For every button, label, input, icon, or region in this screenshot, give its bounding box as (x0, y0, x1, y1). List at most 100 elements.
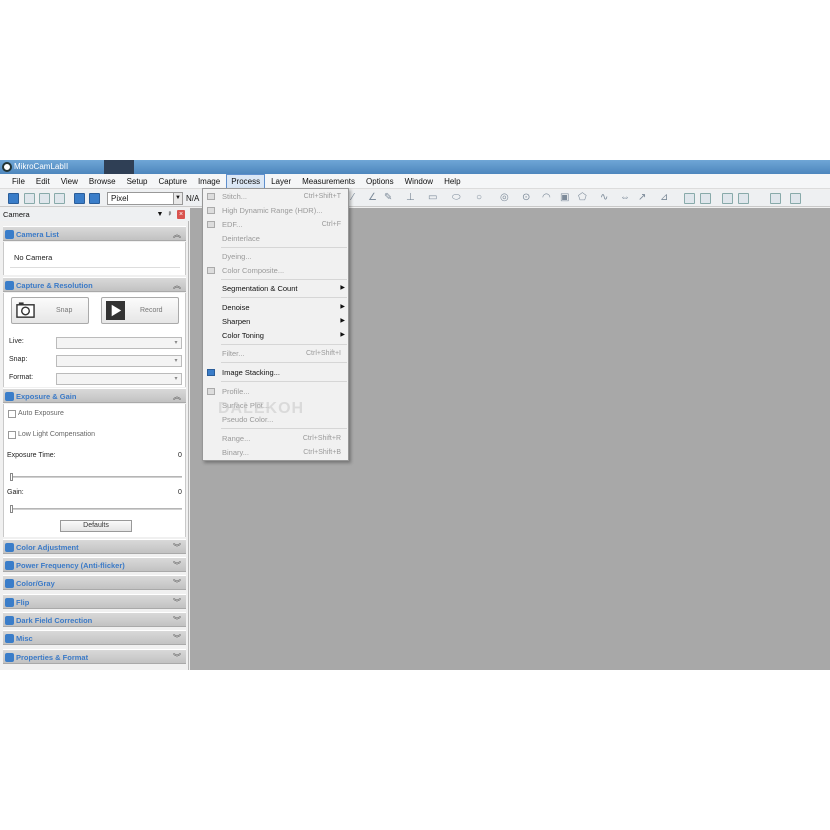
snap-button[interactable]: Snap (11, 297, 89, 324)
collapse-icon[interactable]: ︽ (173, 389, 181, 404)
collapse-icon[interactable]: ︽ (173, 227, 181, 242)
menu-edit[interactable]: Edit (31, 174, 55, 189)
menu-item-color-composite[interactable]: Color Composite... (203, 264, 348, 277)
expand-icon[interactable]: ︾ (173, 613, 181, 628)
menu-options[interactable]: Options (361, 174, 399, 189)
save-as-icon[interactable] (39, 193, 50, 204)
menu-help[interactable]: Help (439, 174, 465, 189)
section-capture-resolution[interactable]: Capture & Resolution ︽ (3, 277, 186, 292)
print-icon[interactable] (54, 193, 65, 204)
composite-icon (207, 267, 215, 274)
menu-item-segmentation-count[interactable]: Segmentation & Count ▶ (203, 282, 348, 295)
menu-item-hdr[interactable]: High Dynamic Range (HDR)... (203, 204, 348, 217)
format-select[interactable]: ▾ (56, 373, 182, 385)
menu-item-binary[interactable]: Binary... Ctrl+Shift+B (203, 446, 348, 459)
layer-icon[interactable] (684, 193, 695, 204)
chevron-down-icon[interactable]: ▼ (173, 193, 182, 204)
camera-list-item[interactable]: No Camera (14, 253, 52, 262)
section-camera-list[interactable]: Camera List ︽ (3, 226, 186, 241)
close-icon[interactable]: × (177, 210, 185, 219)
section-dark-field-correction[interactable]: Dark Field Correction ︾ (3, 612, 186, 627)
text-tool-icon[interactable]: ▣ (560, 192, 569, 204)
panel-menu-icon[interactable]: ▼ (156, 210, 164, 219)
perpendicular-tool-icon[interactable]: ⊥ (406, 192, 415, 204)
section-exposure-gain[interactable]: Exposure & Gain ︽ (3, 388, 186, 403)
menu-item-sharpen[interactable]: Sharpen ▶ (203, 315, 348, 328)
auto-exposure-checkbox[interactable] (8, 410, 16, 418)
collapse-icon[interactable]: ︽ (173, 278, 181, 293)
expand-icon[interactable]: ︾ (173, 576, 181, 591)
shortcut-label: Ctrl+Shift+R (302, 435, 341, 442)
grid-icon[interactable] (89, 193, 100, 204)
expand-icon[interactable]: ︾ (173, 558, 181, 573)
section-color-gray[interactable]: Color/Gray ︾ (3, 575, 186, 590)
pin-icon[interactable]: ᵖ (166, 210, 174, 219)
section-power-frequency[interactable]: Power Frequency (Anti-flicker) ︾ (3, 557, 186, 572)
expand-icon[interactable]: ︾ (173, 595, 181, 610)
menu-layer[interactable]: Layer (266, 174, 296, 189)
section-misc[interactable]: Misc ︾ (3, 630, 186, 645)
auto-exposure-label: Auto Exposure (18, 410, 64, 417)
table-icon[interactable] (722, 193, 733, 204)
arrow-tool-icon[interactable]: ↗ (638, 192, 646, 204)
menu-item-deinterlace[interactable]: Deinterlace (203, 232, 348, 245)
menu-item-filter[interactable]: Filter... Ctrl+Shift+I (203, 347, 348, 360)
menu-window[interactable]: Window (400, 174, 438, 189)
freehand-tool-icon[interactable]: ∿ (600, 192, 608, 204)
calibration-icon[interactable]: ⊿ (660, 192, 668, 204)
menu-item-edf[interactable]: EDF... Ctrl+F (203, 218, 348, 231)
unit-select[interactable]: Pixel ▼ (107, 192, 183, 205)
pen-tool-icon[interactable]: ✎ (384, 192, 392, 204)
chevron-down-icon: ▾ (174, 340, 178, 346)
menu-item-color-toning[interactable]: Color Toning ▶ (203, 329, 348, 342)
exposure-time-slider-handle[interactable] (10, 473, 13, 481)
menu-view[interactable]: View (56, 174, 83, 189)
exposure-time-slider[interactable] (12, 476, 182, 478)
point-tool-icon[interactable]: ⊙ (522, 192, 530, 204)
settings-icon[interactable] (790, 193, 801, 204)
export-icon[interactable] (700, 193, 711, 204)
snap-resolution-select[interactable]: ▾ (56, 355, 182, 367)
menu-capture[interactable]: Capture (153, 174, 191, 189)
expand-icon[interactable]: ︾ (173, 540, 181, 555)
angle-tool-icon[interactable]: ∠ (368, 192, 377, 204)
menu-item-stitch[interactable]: Stitch... Ctrl+Shift+T (203, 190, 348, 203)
menu-browse[interactable]: Browse (84, 174, 121, 189)
menu-image[interactable]: Image (193, 174, 225, 189)
expand-icon[interactable]: ︾ (173, 650, 181, 665)
save-icon[interactable] (24, 193, 35, 204)
section-properties-format[interactable]: Properties & Format ︾ (3, 649, 186, 664)
document-icon[interactable] (770, 193, 781, 204)
defaults-button[interactable]: Defaults (60, 520, 132, 532)
concentric-tool-icon[interactable]: ◎ (500, 192, 509, 204)
expand-icon[interactable]: ︾ (173, 631, 181, 646)
menu-item-image-stacking[interactable]: Image Stacking... (203, 366, 348, 379)
ruler-tool-icon[interactable]: ⇔ (620, 192, 630, 204)
line-tool-icon[interactable]: ⁄ (352, 192, 354, 204)
section-flip[interactable]: Flip ︾ (3, 594, 186, 609)
menu-process[interactable]: Process (226, 173, 266, 189)
menu-item-dyeing[interactable]: Dyeing... (203, 250, 348, 263)
live-resolution-select[interactable]: ▾ (56, 337, 182, 349)
menu-item-range[interactable]: Range... Ctrl+Shift+R (203, 432, 348, 445)
circle-tool-icon[interactable]: ○ (476, 192, 482, 204)
gain-slider-handle[interactable] (10, 505, 13, 513)
menu-measurements[interactable]: Measurements (297, 174, 360, 189)
stacking-icon (207, 369, 215, 376)
open-folder-icon[interactable] (8, 193, 19, 204)
menu-setup[interactable]: Setup (122, 174, 153, 189)
record-button[interactable]: Record (101, 297, 179, 324)
section-color-adjustment[interactable]: Color Adjustment ︾ (3, 539, 186, 554)
stitch-icon (207, 193, 215, 200)
ellipse-tool-icon[interactable]: ⬭ (452, 192, 461, 204)
gain-slider[interactable] (12, 508, 182, 510)
report-icon[interactable] (738, 193, 749, 204)
view-icon[interactable] (74, 193, 85, 204)
polygon-tool-icon[interactable]: ⬠ (578, 192, 587, 204)
rectangle-tool-icon[interactable]: ▭ (428, 192, 437, 204)
menu-file[interactable]: File (7, 174, 30, 189)
arc-tool-icon[interactable]: ◠ (542, 192, 551, 204)
low-light-checkbox[interactable] (8, 431, 16, 439)
menu-item-denoise[interactable]: Denoise ▶ (203, 301, 348, 314)
menu-item-profile[interactable]: Profile... (203, 385, 348, 398)
